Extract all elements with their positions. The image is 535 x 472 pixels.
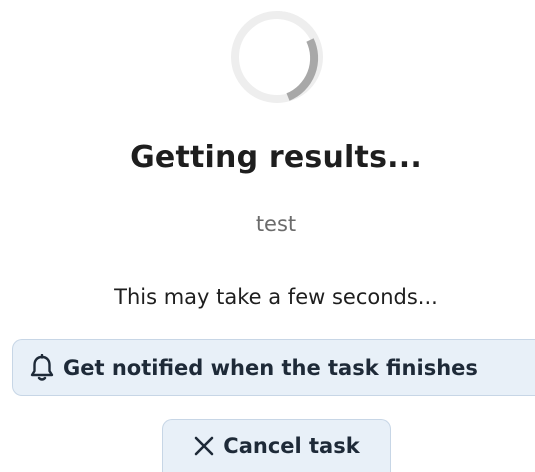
page-title: Getting results... [130,140,422,175]
notify-button-label: Get notified when the task finishes [63,355,478,380]
bell-icon [29,353,55,382]
cancel-button-label: Cancel task [223,434,360,458]
status-message: This may take a few seconds... [114,285,438,309]
loading-spinner [231,11,323,103]
close-icon [193,435,215,457]
cancel-task-button[interactable]: Cancel task [162,419,391,472]
notify-button[interactable]: Get notified when the task finishes [12,339,535,396]
task-name: test [255,212,297,236]
loading-screen: Getting results... test This may take a … [0,0,535,472]
